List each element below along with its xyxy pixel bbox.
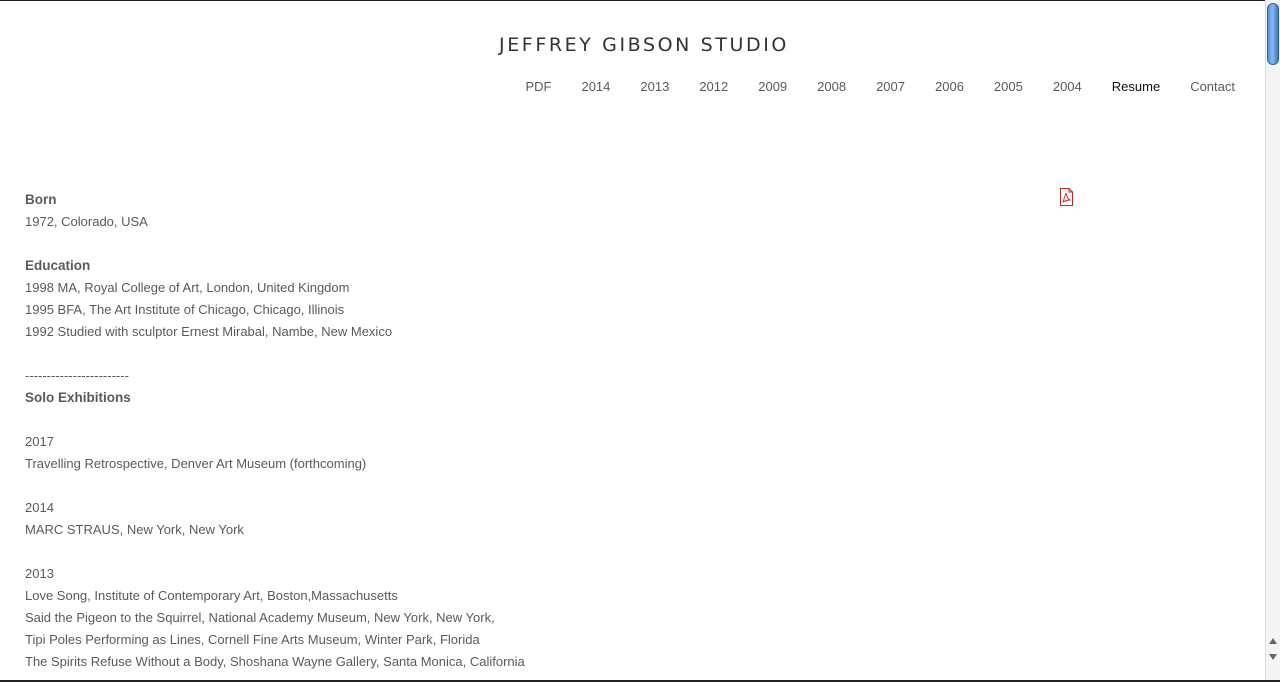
scroll-up-arrow-icon[interactable] xyxy=(1269,638,1277,644)
exhibition-year: 2014 xyxy=(25,500,54,515)
nav-item-2006[interactable]: 2006 xyxy=(935,79,964,94)
exhibition-item: The Spirits Refuse Without a Body, Shosh… xyxy=(25,654,525,669)
nav-item-2009[interactable]: 2009 xyxy=(758,79,787,94)
exhibition-year: 2017 xyxy=(25,434,54,449)
born-heading: Born xyxy=(25,192,57,207)
vertical-scrollbar[interactable] xyxy=(1265,0,1280,680)
exhibition-item: MARC STRAUS, New York, New York xyxy=(25,522,244,537)
scroll-down-arrow-icon[interactable] xyxy=(1269,654,1277,660)
exhibition-item: Love Song, Institute of Contemporary Art… xyxy=(25,588,398,603)
nav-item-2012[interactable]: 2012 xyxy=(699,79,728,94)
nav-item-pdf[interactable]: PDF xyxy=(525,79,551,94)
nav-item-2007[interactable]: 2007 xyxy=(876,79,905,94)
pdf-icon[interactable] xyxy=(1059,188,1074,206)
nav-item-contact[interactable]: Contact xyxy=(1190,79,1235,94)
education-heading: Education xyxy=(25,258,91,273)
education-item: 1995 BFA, The Art Institute of Chicago, … xyxy=(25,302,345,317)
nav-item-2005[interactable]: 2005 xyxy=(994,79,1023,94)
education-item: 1992 Studied with sculptor Ernest Miraba… xyxy=(25,324,393,339)
exhibition-item: Travelling Retrospective, Denver Art Mus… xyxy=(25,456,367,471)
nav-item-2004[interactable]: 2004 xyxy=(1053,79,1082,94)
nav-item-resume[interactable]: Resume xyxy=(1112,79,1160,94)
section-divider: ------------------------ xyxy=(25,368,129,383)
exhibition-item: Said the Pigeon to the Squirrel, Nationa… xyxy=(25,610,495,625)
solo-exhibitions-heading: Solo Exhibitions xyxy=(25,390,131,405)
exhibition-item: Tipi Poles Performing as Lines, Cornell … xyxy=(25,632,480,647)
nav-item-2008[interactable]: 2008 xyxy=(817,79,846,94)
nav-item-2013[interactable]: 2013 xyxy=(640,79,669,94)
born-text: 1972, Colorado, USA xyxy=(25,214,148,229)
exhibition-year: 2013 xyxy=(25,566,54,581)
page: JEFFREY GIBSON STUDIO PDF 2014 2013 2012… xyxy=(0,0,1265,682)
resume-content: Born 1972, Colorado, USA Education 1998 … xyxy=(25,189,925,673)
site-title[interactable]: JEFFREY GIBSON STUDIO xyxy=(0,34,1265,56)
nav-item-2014[interactable]: 2014 xyxy=(581,79,610,94)
main-nav: PDF 2014 2013 2012 2009 2008 2007 2006 2… xyxy=(495,79,1235,94)
scrollbar-thumb[interactable] xyxy=(1267,3,1279,65)
education-item: 1998 MA, Royal College of Art, London, U… xyxy=(25,280,350,295)
